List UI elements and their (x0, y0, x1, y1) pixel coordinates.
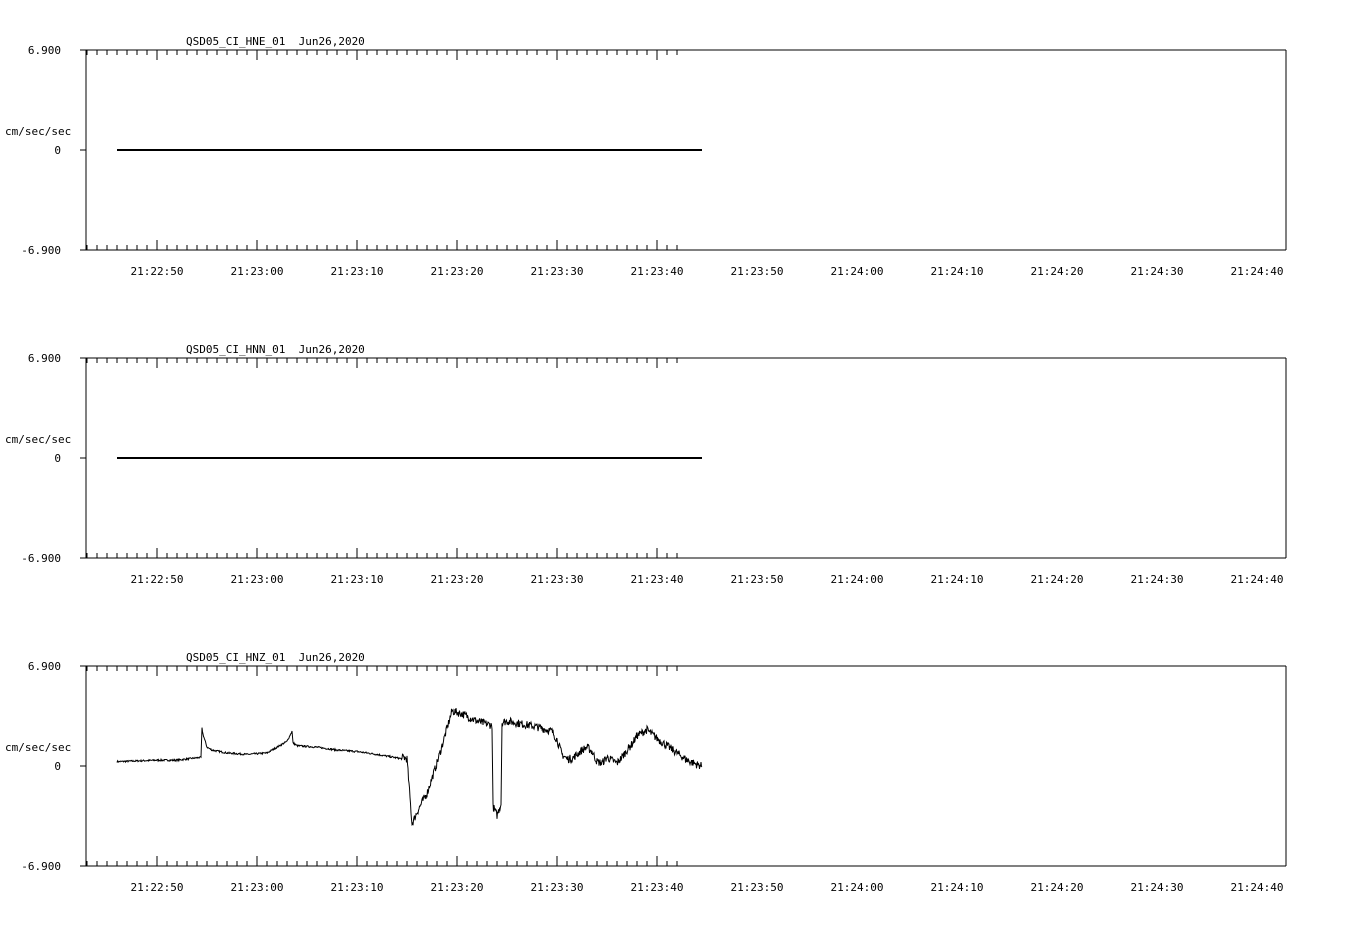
chart-panel-3: 21:22:50 21:23:00 21:23:10 21:23:20 21:23:30… (5, 651, 1287, 894)
x-tick-label: 21:23:50 (731, 265, 784, 278)
x-tick-label: 21:24:10 (931, 573, 984, 586)
y-tick-label: 6.900 (28, 352, 61, 365)
chart-panel-2: 21:22:50 21:23:00 21:23:10 21:23:20 21:23:30… (5, 343, 1287, 586)
y-axis-label: cm/sec/sec (5, 741, 71, 754)
x-tick-label: 21:24:10 (931, 265, 984, 278)
chart-title: QSD05_CI_HNZ_01 Jun26,2020 (186, 651, 365, 664)
chart-panel-1: 21:22:50 21:23:00 21:23:10 21:23:20 21:23:30… (5, 35, 1287, 278)
x-tick-label: 21:23:10 (331, 265, 384, 278)
series-line-3 (116, 708, 703, 827)
x-tick-label: 21:24:20 (1031, 265, 1084, 278)
x-tick-label: 21:23:40 (631, 881, 684, 894)
x-tick-label: 21:23:30 (531, 881, 584, 894)
x-tick-label: 21:23:00 (231, 573, 284, 586)
x-tick-label: 21:23:40 (631, 573, 684, 586)
x-tick-label: 21:24:20 (1031, 881, 1084, 894)
y-tick-label: 0 (54, 760, 61, 773)
y-tick-label: 0 (54, 452, 61, 465)
x-tick-label: 21:22:50 (131, 573, 184, 586)
y-tick-label: -6.900 (21, 244, 61, 257)
y-axis-label: cm/sec/sec (5, 433, 71, 446)
y-tick-label: -6.900 (21, 860, 61, 873)
x-tick-label: 21:24:40 (1231, 265, 1284, 278)
x-tick-label: 21:24:30 (1131, 881, 1184, 894)
x-tick-label: 21:23:50 (731, 573, 784, 586)
x-tick-label: 21:24:00 (831, 881, 884, 894)
x-tick-label: 21:24:40 (1231, 573, 1284, 586)
y-tick-label: -6.900 (21, 552, 61, 565)
x-tick-label: 21:23:20 (431, 265, 484, 278)
x-tick-label: 21:23:20 (431, 573, 484, 586)
y-axis-label: cm/sec/sec (5, 125, 71, 138)
x-tick-label: 21:22:50 (131, 881, 184, 894)
seismogram-plots: 21:22:50 21:23:00 21:23:10 21:23:20 21:23:30… (5, 35, 1287, 894)
x-tick-label: 21:24:20 (1031, 573, 1084, 586)
x-tick-label: 21:22:50 (131, 265, 184, 278)
x-tick-label: 21:23:00 (231, 881, 284, 894)
x-tick-label: 21:23:40 (631, 265, 684, 278)
x-tick-label: 21:24:00 (831, 265, 884, 278)
y-tick-label: 6.900 (28, 660, 61, 673)
x-tick-label: 21:23:20 (431, 881, 484, 894)
x-tick-label: 21:23:30 (531, 265, 584, 278)
y-tick-label: 6.900 (28, 44, 61, 57)
seismogram-page: 21:22:50 21:23:00 21:23:10 21:23:20 21:23:30… (0, 0, 1358, 924)
chart-title: QSD05_CI_HNN_01 Jun26,2020 (186, 343, 365, 356)
x-tick-label: 21:23:30 (531, 573, 584, 586)
chart-title: QSD05_CI_HNE_01 Jun26,2020 (186, 35, 365, 48)
x-tick-label: 21:23:10 (331, 573, 384, 586)
x-tick-label: 21:23:10 (331, 881, 384, 894)
x-tick-label: 21:24:10 (931, 881, 984, 894)
x-tick-label: 21:24:30 (1131, 265, 1184, 278)
x-tick-label: 21:24:00 (831, 573, 884, 586)
x-tick-label: 21:23:50 (731, 881, 784, 894)
x-tick-label: 21:24:40 (1231, 881, 1284, 894)
y-tick-label: 0 (54, 144, 61, 157)
x-tick-label: 21:24:30 (1131, 573, 1184, 586)
x-tick-label: 21:23:00 (231, 265, 284, 278)
